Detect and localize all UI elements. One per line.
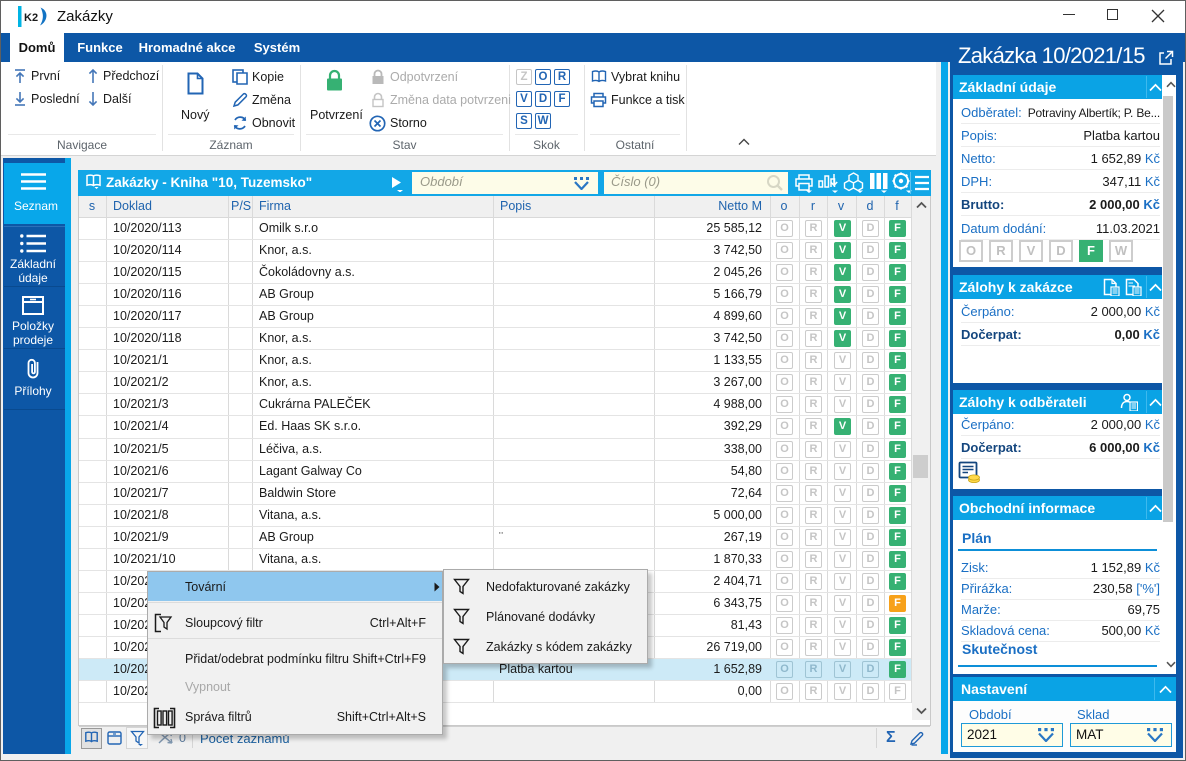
svg-text:K2: K2 [24, 12, 38, 24]
